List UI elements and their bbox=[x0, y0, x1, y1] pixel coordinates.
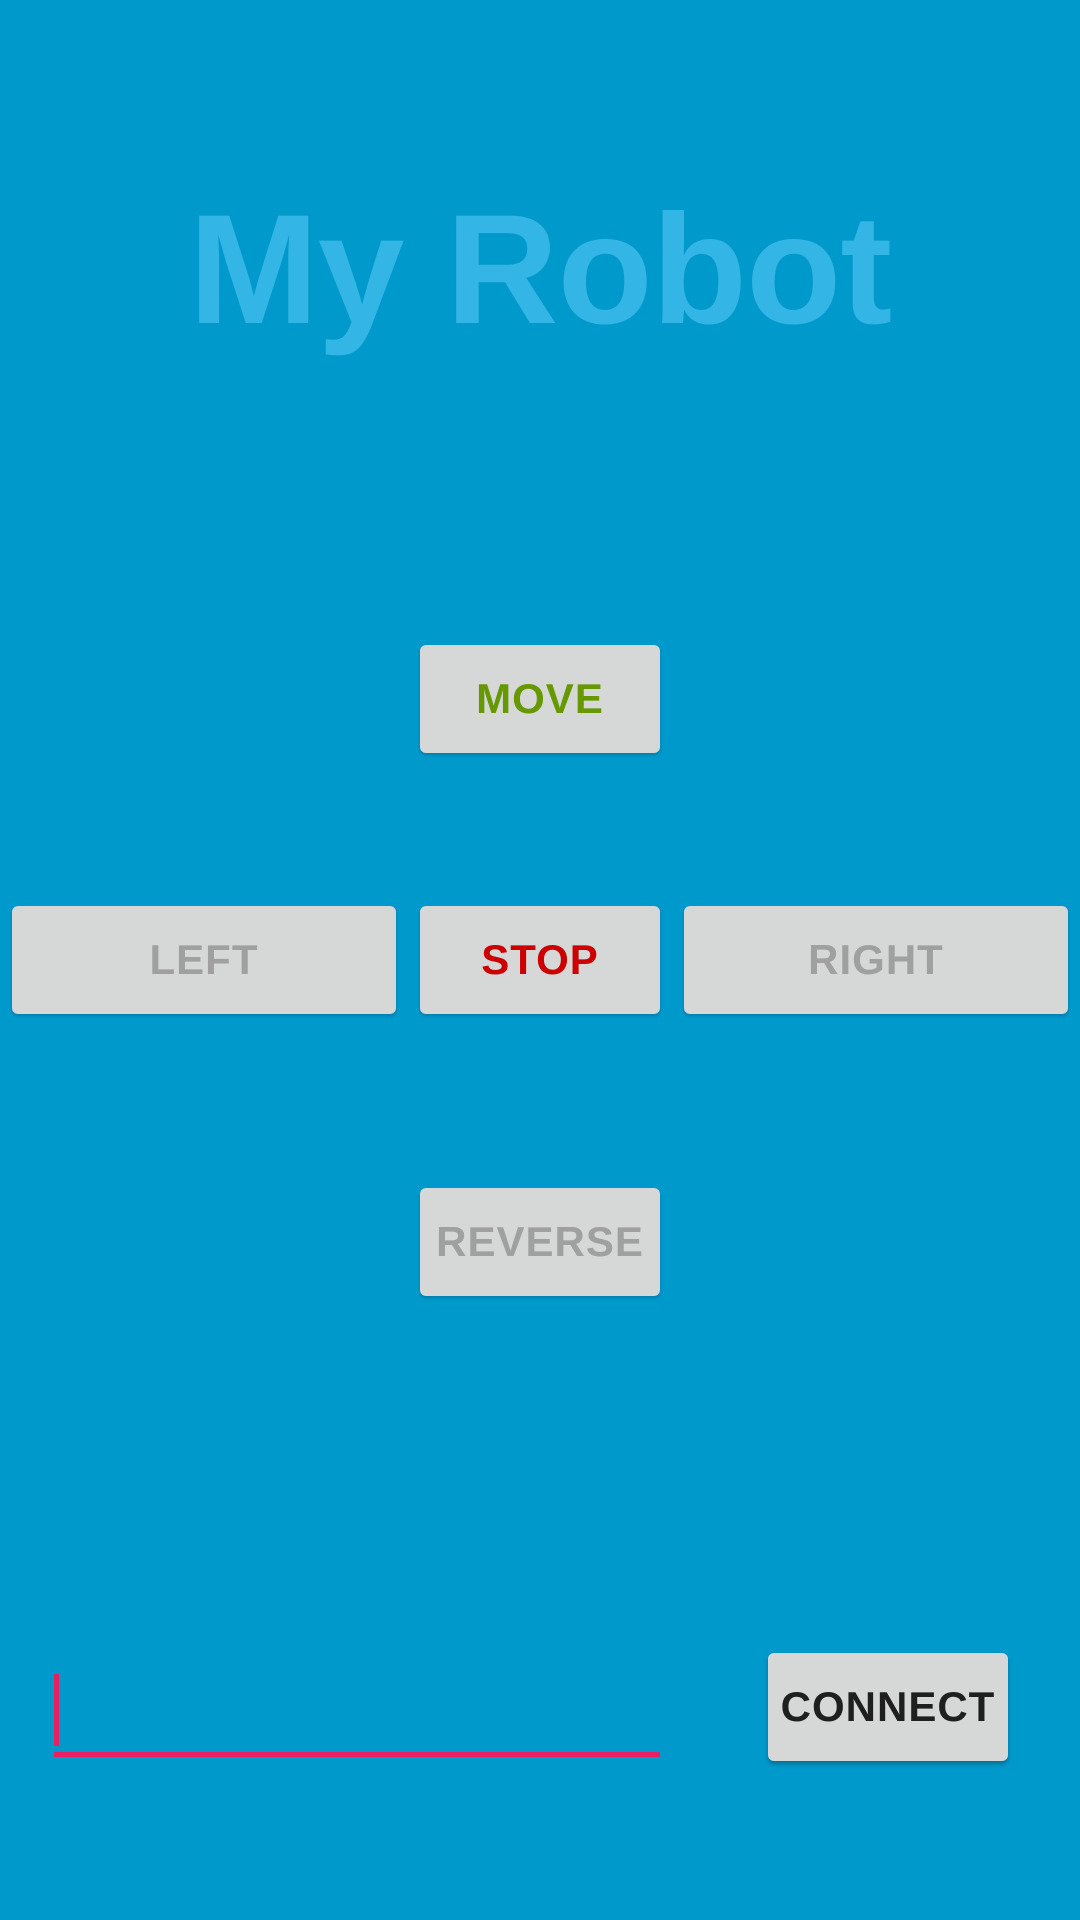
input-focus-underline bbox=[54, 1752, 660, 1757]
right-button[interactable]: RIGHT bbox=[684, 906, 1068, 1014]
move-button[interactable]: MOVE bbox=[420, 645, 660, 753]
connect-button[interactable]: CONNECT bbox=[768, 1653, 1008, 1761]
text-cursor bbox=[54, 1674, 59, 1746]
stop-button[interactable]: STOP bbox=[420, 906, 660, 1014]
left-button[interactable]: LEFT bbox=[12, 906, 396, 1014]
address-input[interactable] bbox=[54, 1670, 660, 1750]
app-title: My Robot bbox=[188, 183, 893, 357]
address-field-container[interactable] bbox=[54, 1670, 660, 1757]
reverse-button[interactable]: REVERSE bbox=[420, 1188, 660, 1296]
